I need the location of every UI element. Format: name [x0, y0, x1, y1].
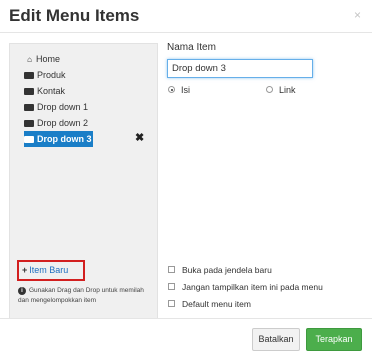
checkbox-label: Jangan tampilkan item ini pada menu: [182, 282, 323, 292]
drag-drop-hint: i Gunakan Drag dan Drop untuk memilah dan…: [18, 286, 146, 306]
radio-label: Isi: [181, 85, 190, 95]
checkbox-icon: [168, 283, 175, 290]
remove-item-icon[interactable]: ✖: [135, 131, 144, 144]
tree-item-home[interactable]: ⌂ Home: [24, 51, 142, 67]
radio-selected-icon: [168, 86, 175, 93]
folder-icon: [24, 72, 34, 79]
dialog-header: Edit Menu Items ×: [0, 0, 372, 33]
type-radio-link[interactable]: Link: [266, 85, 296, 96]
plus-icon: +: [22, 265, 28, 275]
tree-item-label: Produk: [37, 70, 66, 80]
tree-item-drop-down-2[interactable]: Drop down 2: [24, 115, 142, 131]
folder-icon: [24, 120, 34, 127]
radio-unselected-icon: [266, 86, 273, 93]
folder-icon: [24, 104, 34, 111]
folder-icon: [24, 88, 34, 95]
tree-item-kontak[interactable]: Kontak: [24, 83, 142, 99]
new-item-label: Item Baru: [29, 265, 69, 275]
tree-item-label: Drop down 3: [37, 134, 92, 144]
checkbox-icon: [168, 300, 175, 307]
item-name-label: Nama Item: [167, 42, 216, 53]
checkbox-icon: [168, 266, 175, 273]
info-icon: i: [18, 287, 26, 295]
tree-item-label: Home: [36, 54, 61, 64]
dialog-title: Edit Menu Items: [9, 6, 140, 25]
checkbox-default-item[interactable]: Default menu item: [168, 299, 251, 310]
apply-button[interactable]: Terapkan: [306, 328, 362, 351]
tree-item-drop-down-1[interactable]: Drop down 1: [24, 99, 142, 115]
new-item-button[interactable]: + Item Baru: [17, 260, 85, 281]
item-name-input[interactable]: [167, 59, 313, 78]
menu-tree: ⌂ Home Produk Kontak Drop down 1 Drop dow…: [24, 51, 142, 147]
tree-item-drop-down-3[interactable]: Drop down 3: [24, 131, 93, 147]
radio-label: Link: [279, 85, 296, 95]
checkbox-label: Buka pada jendela baru: [182, 265, 272, 275]
tree-item-produk[interactable]: Produk: [24, 67, 142, 83]
tree-item-label: Drop down 1: [37, 102, 89, 112]
tree-item-label: Kontak: [37, 86, 66, 96]
menu-tree-panel: ⌂ Home Produk Kontak Drop down 1 Drop dow…: [9, 43, 158, 319]
tree-item-label: Drop down 2: [37, 118, 89, 128]
hint-text: Gunakan Drag dan Drop untuk memilah dan …: [18, 287, 144, 304]
close-icon[interactable]: ×: [354, 8, 361, 22]
type-radio-isi[interactable]: Isi: [168, 85, 190, 96]
checkbox-label: Default menu item: [182, 299, 251, 309]
cancel-button[interactable]: Batalkan: [252, 328, 300, 351]
folder-open-icon: [24, 136, 34, 143]
home-icon: ⌂: [27, 55, 32, 64]
checkbox-open-new-window[interactable]: Buka pada jendela baru: [168, 265, 272, 276]
checkbox-hide-item[interactable]: Jangan tampilkan item ini pada menu: [168, 282, 323, 293]
